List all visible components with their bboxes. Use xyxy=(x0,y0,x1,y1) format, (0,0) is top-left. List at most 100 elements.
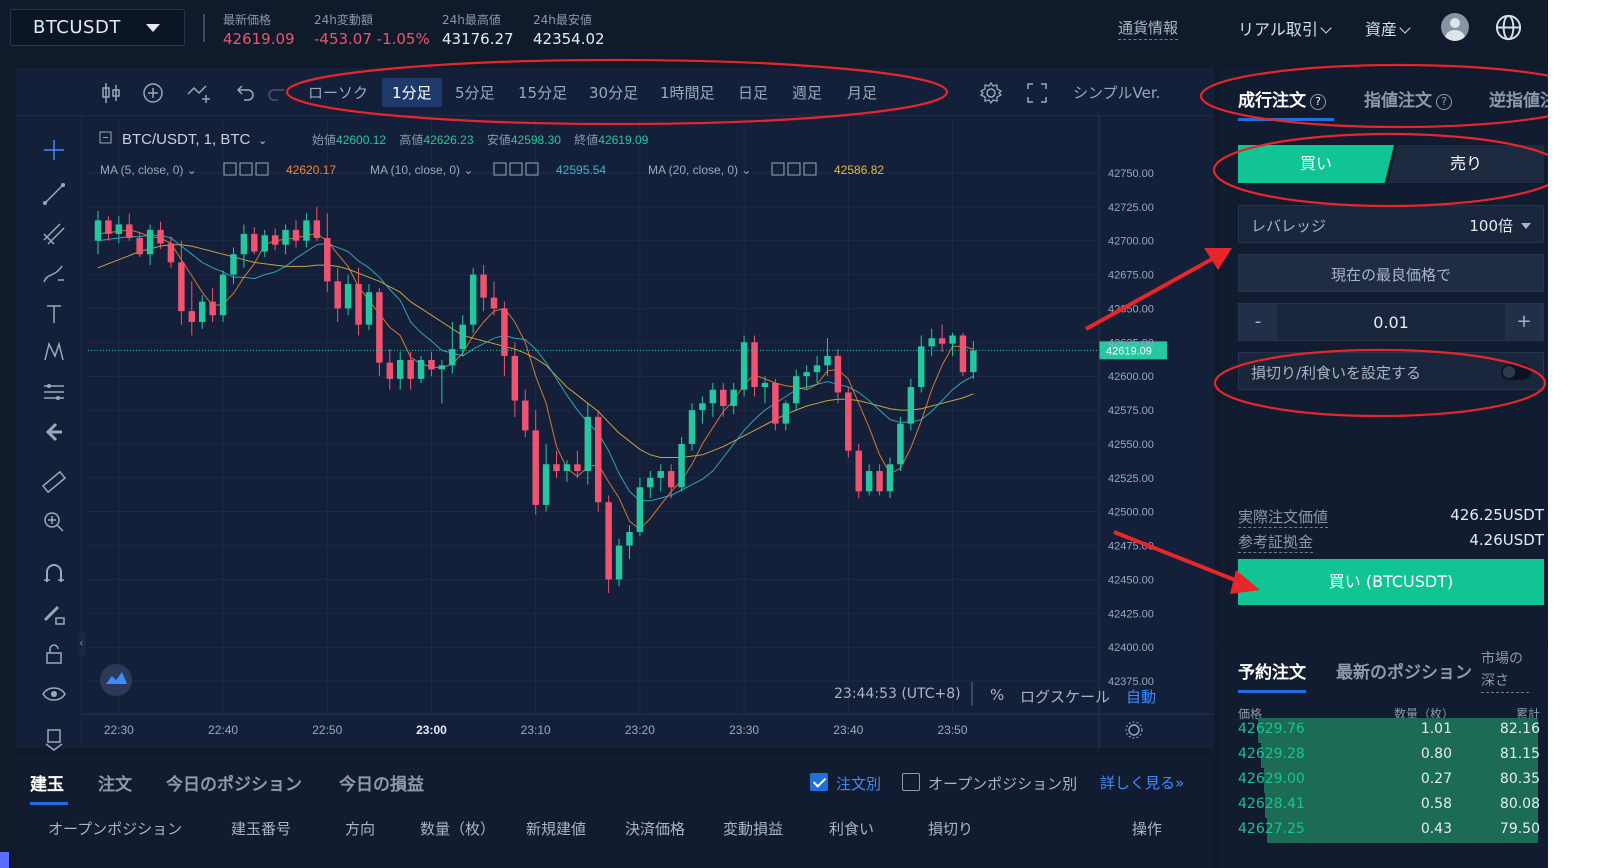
candle-body xyxy=(574,464,581,472)
tradingview-logo[interactable] xyxy=(100,664,132,696)
add-indicator-icon[interactable] xyxy=(140,80,166,106)
fib-icon[interactable] xyxy=(40,220,68,248)
tab-today-pnl[interactable]: 今日の損益 xyxy=(339,770,424,795)
tab-limit-order[interactable]: 指値注文? xyxy=(1364,86,1452,111)
tpsl-toggle[interactable] xyxy=(1501,364,1531,380)
eye-icon[interactable] xyxy=(40,680,68,708)
chart-type-candle[interactable]: ローソク xyxy=(308,82,368,103)
tab-timeframe-15m[interactable]: 15分足 xyxy=(518,82,567,103)
tab-stop-order[interactable]: 逆指値注文? xyxy=(1489,86,1548,111)
buy-side-button[interactable]: 買い xyxy=(1238,145,1394,183)
chart-title[interactable]: BTC/USDT, 1, BTC xyxy=(122,131,251,148)
real-trade-menu[interactable]: リアル取引 xyxy=(1238,16,1332,40)
candle xyxy=(688,403,696,451)
book-row[interactable]: 42627.25 0.43 79.50 xyxy=(1222,818,1548,843)
arrow-left-icon[interactable] xyxy=(40,418,68,446)
candle-body xyxy=(688,410,696,444)
tab-market-depth[interactable]: 市場の深さ xyxy=(1481,648,1529,693)
leverage-select[interactable]: レバレッジ 100倍 xyxy=(1238,205,1544,243)
x-tick-label: 22:50 xyxy=(312,723,342,737)
best-price-field[interactable]: 現在の最良価格で xyxy=(1238,254,1544,292)
pattern-icon[interactable] xyxy=(40,338,68,366)
by-order-label: 注文別 xyxy=(836,775,882,793)
brush-icon[interactable] xyxy=(40,260,68,288)
help-icon[interactable]: ? xyxy=(1310,94,1326,110)
candle xyxy=(959,332,967,377)
magnet-icon[interactable] xyxy=(40,560,68,588)
tab-latest-position[interactable]: 最新のポジション xyxy=(1336,658,1472,683)
book-row[interactable]: 42629.28 0.80 81.15 xyxy=(1222,743,1548,768)
see-more-link[interactable]: 詳しく見る» xyxy=(1100,772,1184,793)
unlock-icon[interactable] xyxy=(40,640,68,668)
y-tick-label: 42700.00 xyxy=(1108,236,1154,248)
candle-body xyxy=(761,382,769,388)
fullscreen-icon[interactable] xyxy=(1024,80,1050,106)
y-tick-label: 42425.00 xyxy=(1108,608,1154,620)
candle-body xyxy=(376,292,383,363)
trash-icon[interactable] xyxy=(40,726,68,754)
currency-info-link[interactable]: 通貨情報 xyxy=(1118,17,1179,40)
assets-menu[interactable]: 資産 xyxy=(1365,16,1411,40)
ruler-icon[interactable] xyxy=(40,468,68,496)
candle-body xyxy=(344,284,352,309)
log-scale-toggle[interactable]: ログスケール xyxy=(1020,686,1110,707)
x-tick-label: 22:40 xyxy=(208,723,238,737)
crosshair-icon[interactable] xyxy=(40,136,68,164)
by-order-checkbox[interactable] xyxy=(810,773,828,791)
tab-orders[interactable]: 注文 xyxy=(98,770,132,795)
tab-today-positions[interactable]: 今日のポジション xyxy=(166,770,302,795)
high-stat: 24h最高値 43176.27 xyxy=(442,11,514,48)
submit-buy-button[interactable]: 買い (BTCUSDT) xyxy=(1238,559,1544,605)
book-row[interactable]: 42629.76 1.01 82.16 xyxy=(1222,718,1548,743)
redo-icon[interactable] xyxy=(264,80,290,106)
book-row[interactable]: 42629.00 0.27 80.35 xyxy=(1222,768,1548,793)
tab-market-order[interactable]: 成行注文? xyxy=(1238,86,1326,111)
tab-order-book[interactable]: 予約注文 xyxy=(1238,658,1306,683)
tab-timeframe-1m[interactable]: 1分足 xyxy=(382,78,442,107)
chevron-down-icon[interactable]: ⌄ xyxy=(258,135,267,147)
sell-side-button[interactable]: 売り xyxy=(1388,145,1544,183)
indicator-value: 42620.17 xyxy=(286,163,336,177)
gear-icon[interactable] xyxy=(978,80,1004,106)
percent-scale-toggle[interactable]: % xyxy=(990,686,1004,704)
candle-body xyxy=(709,389,717,404)
y-tick-label: 42575.00 xyxy=(1108,405,1154,417)
candle xyxy=(594,410,602,512)
undo-icon[interactable] xyxy=(232,80,258,106)
tab-timeframe-5m[interactable]: 5分足 xyxy=(455,82,495,103)
candle-body xyxy=(824,355,831,366)
tab-positions[interactable]: 建玉 xyxy=(30,770,64,795)
candlestick-icon[interactable] xyxy=(98,80,124,106)
quantity-input[interactable]: 0.01 xyxy=(1239,313,1543,332)
forecast-icon[interactable] xyxy=(40,378,68,406)
tab-timeframe-30m[interactable]: 30分足 xyxy=(589,82,638,103)
pencil-lock-icon[interactable] xyxy=(40,600,68,628)
trend-line-icon[interactable] xyxy=(40,180,68,208)
collapse-toolbar-handle[interactable]: ‹ xyxy=(78,632,86,656)
auto-scale-toggle[interactable]: 自動 xyxy=(1126,686,1156,707)
tpsl-label: 損切り/利食いを設定する xyxy=(1251,364,1422,382)
zoom-in-icon[interactable] xyxy=(40,508,68,536)
by-open-checkbox[interactable] xyxy=(902,773,920,791)
tab-timeframe-1w[interactable]: 週足 xyxy=(792,82,822,103)
indicator-value: 42586.82 xyxy=(834,163,884,177)
candle-body xyxy=(198,301,206,322)
indicator-value: 42595.54 xyxy=(556,163,606,177)
increase-button[interactable]: + xyxy=(1505,304,1543,340)
tab-timeframe-1d[interactable]: 日足 xyxy=(738,82,768,103)
avatar[interactable] xyxy=(1441,13,1469,41)
book-total: 79.50 xyxy=(1499,821,1540,837)
book-row[interactable]: 42628.41 0.58 80.08 xyxy=(1222,793,1548,818)
tab-timeframe-1mo[interactable]: 月足 xyxy=(847,82,877,103)
text-icon[interactable] xyxy=(40,300,68,328)
symbol-selector[interactable]: BTCUSDT xyxy=(10,9,185,46)
candle-body xyxy=(678,443,685,488)
page-edge-marker xyxy=(0,852,9,868)
globe-icon[interactable] xyxy=(1494,13,1523,42)
column-header: 変動損益 xyxy=(723,820,784,838)
simple-version-toggle[interactable]: シンプルVer. xyxy=(1073,82,1160,103)
tab-timeframe-1h[interactable]: 1時間足 xyxy=(660,82,715,103)
help-icon[interactable]: ? xyxy=(1436,94,1452,110)
candlestick-chart[interactable]: 42619.09 42750.0042725.0042700.0042675.0… xyxy=(82,116,1214,748)
compare-icon[interactable] xyxy=(186,80,212,106)
